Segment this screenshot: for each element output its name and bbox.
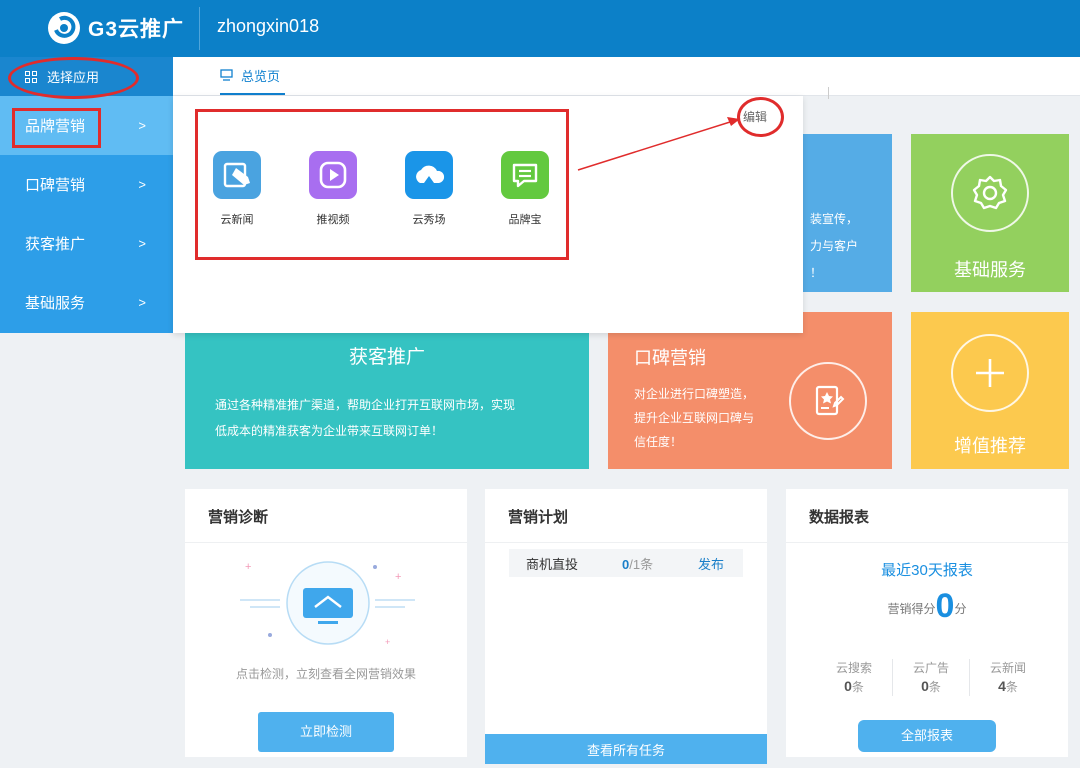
desc-line: 对企业进行口碑塑造， <box>634 387 755 401</box>
username[interactable]: zhongxin018 <box>217 16 319 37</box>
tile-label: 基础服务 <box>954 260 1026 280</box>
panel-title: 营销计划 <box>485 489 767 543</box>
certificate-icon <box>789 362 867 440</box>
plan-count: 0/1条 <box>622 554 653 573</box>
desc-line: ！ <box>810 266 823 280</box>
tile-description: 通过各种精准推广渠道，帮助企业打开互联网市场，实现 低成本的精准获客为企业带来互… <box>215 392 515 444</box>
score-label: 营销得分 <box>887 602 936 616</box>
view-all-tasks-button[interactable]: 查看所有任务 <box>485 734 767 764</box>
svg-text:+: + <box>245 561 251 573</box>
sidebar-item-label: 获客推广 <box>25 236 86 253</box>
monitor-icon <box>220 69 233 81</box>
diagnosis-hint: 点击检测，立刻查看全网营销效果 <box>235 667 416 681</box>
tile-title: 获客推广 <box>348 347 425 368</box>
desc-line: 提升企业互联网口碑与 <box>634 411 755 425</box>
desc-line: 信任度！ <box>634 435 683 449</box>
tile-label: 增值推荐 <box>954 436 1026 456</box>
all-reports-button[interactable]: 全部报表 <box>858 720 996 752</box>
stat-unit: 条 <box>851 680 864 694</box>
sidebar-item-label: 基础服务 <box>25 295 86 312</box>
top-bar: G3云推广 zhongxin018 <box>0 0 1080 57</box>
desc-line: 通过各种精准推广渠道，帮助企业打开互联网市场，实现 <box>215 398 516 412</box>
chevron-right-icon: > <box>138 118 146 133</box>
value-added-tile[interactable]: 增值推荐 <box>911 312 1069 469</box>
annotation-rectangle <box>195 109 569 260</box>
score-value: 0 <box>935 587 955 625</box>
tab-overview[interactable]: 总览页 <box>220 57 286 95</box>
panel-title: 营销诊断 <box>185 489 467 543</box>
plus-icon <box>951 334 1029 412</box>
stat-label: 云新闻 <box>989 661 1026 675</box>
stat-unit: 条 <box>928 680 941 694</box>
annotation-ellipse <box>8 57 139 99</box>
report-stats: 云搜索 0条 云广告 0条 云新闻 4条 <box>816 659 1046 696</box>
tile-description: 对企业进行口碑塑造， 提升企业互联网口碑与 信任度！ <box>634 382 754 454</box>
stat-value: 4 <box>998 678 1006 694</box>
svg-text:+: + <box>395 571 401 583</box>
tab-bar: 总览页 <box>173 57 1080 99</box>
stat-unit: 条 <box>1005 680 1018 694</box>
stat-cloud-ads: 云广告 0条 <box>892 659 969 696</box>
report-subtitle[interactable]: 最近30天报表 <box>786 559 1068 580</box>
stat-label: 云广告 <box>912 661 949 675</box>
table-row: 商机直投 0/1条 发布 <box>509 549 743 577</box>
gear-icon <box>951 154 1029 232</box>
desc-line: 低成本的精准获客为企业带来互联网订单！ <box>215 424 444 438</box>
annotation-rectangle <box>12 108 101 148</box>
basic-service-tile[interactable]: 基础服务 <box>911 134 1069 292</box>
stat-cloud-news: 云新闻 4条 <box>969 659 1046 696</box>
chevron-right-icon: > <box>138 295 146 310</box>
stat-value: 0 <box>844 678 852 694</box>
desc-line: 装宣传， <box>810 212 859 226</box>
chevron-right-icon: > <box>138 236 146 251</box>
tab-label: 总览页 <box>241 68 281 84</box>
marketing-score: 营销得分0分 <box>786 587 1068 626</box>
panel-title: 数据报表 <box>786 489 1068 543</box>
stat-label: 云搜索 <box>835 661 872 675</box>
desc-line: 力与客户 <box>810 239 859 253</box>
sidebar-item-acquisition[interactable]: 获客推广 > <box>0 214 173 273</box>
logo-text: G3云推广 <box>88 18 185 41</box>
sidebar-item-word-of-mouth[interactable]: 口碑营销 > <box>0 155 173 214</box>
plan-total-count: /1条 <box>629 556 654 572</box>
plan-name: 商机直投 <box>526 556 579 572</box>
plan-panel: 营销计划 商机直投 0/1条 发布 查看所有任务 <box>485 489 767 764</box>
diagnosis-panel: 营销诊断 + + + 点击检测，立刻查看全网营销效果 立即检测 <box>185 489 467 757</box>
word-of-mouth-tile[interactable]: 口碑营销 对企业进行口碑塑造， 提升企业互联网口碑与 信任度！ <box>608 312 892 469</box>
acquisition-tile[interactable]: 获客推广 通过各种精准推广渠道，帮助企业打开互联网市场，实现 低成本的精准获客为… <box>185 312 589 469</box>
diagnosis-monitor-icon: + + + <box>240 561 415 647</box>
report-panel: 数据报表 最近30天报表 营销得分0分 云搜索 0条 云广告 0条 云新闻 4条… <box>786 489 1068 757</box>
svg-text:+: + <box>385 637 390 647</box>
tile-description: 装宣传， 力与客户 ！ <box>810 206 858 287</box>
publish-link[interactable]: 发布 <box>698 554 724 573</box>
score-unit: 分 <box>954 602 967 616</box>
sidebar-item-label: 口碑营销 <box>25 177 86 194</box>
stat-value: 0 <box>921 678 929 694</box>
stat-cloud-search: 云搜索 0条 <box>816 659 892 696</box>
logo-icon <box>48 12 80 44</box>
header-divider <box>199 7 200 50</box>
chevron-right-icon: > <box>138 177 146 192</box>
divider <box>828 87 829 99</box>
annotation-arrow <box>577 117 740 171</box>
logo[interactable]: G3云推广 <box>46 10 184 46</box>
tile-title: 口碑营销 <box>634 348 706 368</box>
detect-now-button[interactable]: 立即检测 <box>258 712 394 752</box>
sidebar-item-basic-service[interactable]: 基础服务 > <box>0 273 173 332</box>
